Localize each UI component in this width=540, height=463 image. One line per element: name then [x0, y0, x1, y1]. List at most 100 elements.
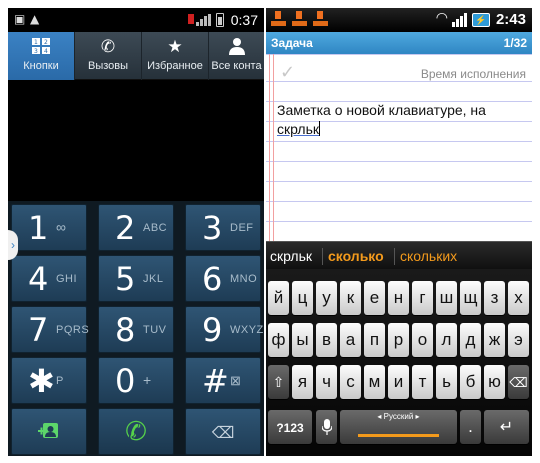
key[interactable]: т: [412, 365, 433, 399]
key[interactable]: й: [268, 281, 289, 315]
number-display[interactable]: [8, 80, 264, 201]
shift-key[interactable]: ⇧: [268, 365, 289, 399]
microphone-icon: [320, 417, 333, 436]
add-contact-icon: [12, 421, 86, 446]
key-letters: +: [143, 372, 152, 388]
key-digit: 0: [115, 362, 136, 400]
dial-key-5[interactable]: 5 JKL: [98, 255, 174, 302]
dial-key-3[interactable]: 3 DEF: [185, 204, 261, 251]
key[interactable]: г: [412, 281, 433, 315]
tab-favorites[interactable]: ★ Избранное: [142, 32, 209, 80]
delete-key[interactable]: ⌫: [508, 365, 529, 399]
voicemail-icon: ∞: [56, 219, 67, 235]
tab-label: Кнопки: [23, 60, 59, 72]
key[interactable]: л: [436, 323, 457, 357]
add-contact-button[interactable]: [11, 408, 87, 455]
key[interactable]: п: [364, 323, 385, 357]
margin-line: [269, 54, 270, 241]
key[interactable]: к: [340, 281, 361, 315]
checkmark-icon[interactable]: ✓: [280, 62, 295, 83]
key-digit: #: [202, 362, 229, 400]
suggestion-alt[interactable]: скольких: [400, 248, 457, 264]
call-button[interactable]: ✆: [98, 408, 174, 455]
dialer-tab-bar: 1234 Кнопки ✆ Вызовы ★ Избранное Все кон…: [8, 32, 264, 80]
dial-key-0[interactable]: 0 +: [98, 357, 174, 404]
key[interactable]: ю: [484, 365, 505, 399]
note-paper[interactable]: ✓ Время исполнения Заметка о новой клави…: [266, 54, 532, 241]
key[interactable]: ь: [436, 365, 457, 399]
dial-key-7[interactable]: 7 PQRS: [11, 306, 89, 353]
enter-icon: ↵: [499, 417, 514, 436]
dial-keypad: 1 ∞ 2 ABC 3 DEF 4 GHI 5 JKL 6 MNO 7 PQRS 8 TUV 9…: [8, 201, 264, 456]
key[interactable]: щ: [460, 281, 481, 315]
key[interactable]: с: [340, 365, 361, 399]
shift-icon: ⇧: [272, 375, 285, 391]
tab-keypad[interactable]: 1234 Кнопки: [8, 32, 75, 80]
symbols-label: ?123: [276, 421, 304, 435]
battery-charging-icon: ⚡: [472, 13, 490, 27]
key[interactable]: ы: [292, 323, 313, 357]
download-icon: [313, 11, 328, 29]
mute-icon: ⊠: [230, 373, 242, 388]
star-icon: ★: [167, 37, 183, 57]
key[interactable]: р: [388, 323, 409, 357]
suggestion-primary[interactable]: сколько: [328, 248, 384, 264]
key[interactable]: х: [508, 281, 529, 315]
dial-key-9[interactable]: 9 WXYZ: [185, 306, 264, 353]
dial-key-4[interactable]: 4 GHI: [11, 255, 87, 302]
backspace-icon: ⌫: [211, 423, 235, 442]
notification-indicator: [188, 14, 194, 24]
note-text[interactable]: Заметка о новой клавиатуре, на скрльк: [277, 101, 527, 139]
suggestion-strip: скрльк сколько скольких: [266, 241, 532, 269]
battery-icon: [216, 13, 224, 27]
dial-key-star[interactable]: ✱ P: [11, 357, 87, 404]
note-title-bar: Задача 1/32: [266, 32, 532, 54]
key[interactable]: б: [460, 365, 481, 399]
dial-key-6[interactable]: 6 MNO: [185, 255, 261, 302]
voice-input-key[interactable]: [316, 410, 337, 444]
dial-key-2[interactable]: 2 ABC: [98, 204, 174, 251]
status-time: 2:43: [495, 11, 526, 28]
download-icon: [271, 11, 286, 29]
key[interactable]: ф: [268, 323, 289, 357]
signal-icon: [452, 13, 468, 27]
due-date-field[interactable]: Время исполнения: [420, 67, 526, 81]
suggestion-typed[interactable]: скрльк: [270, 248, 312, 264]
key-letters: DEF: [230, 222, 254, 234]
key[interactable]: м: [364, 365, 385, 399]
key[interactable]: ц: [292, 281, 313, 315]
key[interactable]: е: [364, 281, 385, 315]
space-key[interactable]: ◂ Русский ▸: [340, 410, 457, 444]
backspace-button[interactable]: ⌫: [185, 408, 261, 455]
key[interactable]: у: [316, 281, 337, 315]
tab-calls[interactable]: ✆ Вызовы: [75, 32, 142, 80]
key-letters: WXYZ: [230, 324, 264, 336]
key[interactable]: ш: [436, 281, 457, 315]
period-key[interactable]: .: [460, 410, 481, 444]
key[interactable]: н: [388, 281, 409, 315]
key-letters: GHI: [56, 273, 78, 285]
dial-key-1[interactable]: 1 ∞: [11, 204, 87, 251]
key[interactable]: ч: [316, 365, 337, 399]
key[interactable]: о: [412, 323, 433, 357]
key[interactable]: а: [340, 323, 361, 357]
key-letters: ABC: [143, 222, 168, 234]
key[interactable]: э: [508, 323, 529, 357]
tab-label: Вызовы: [87, 60, 129, 72]
margin-line: [273, 54, 274, 241]
key[interactable]: з: [484, 281, 505, 315]
dial-key-8[interactable]: 8 TUV: [98, 306, 174, 353]
key[interactable]: ж: [484, 323, 505, 357]
key[interactable]: д: [460, 323, 481, 357]
symbols-key[interactable]: ?123: [268, 410, 312, 444]
key[interactable]: в: [316, 323, 337, 357]
key[interactable]: и: [388, 365, 409, 399]
page-title: Задача: [271, 36, 313, 50]
dialer-screen: ▣ ▲ 0:37 1234 Кнопки ✆ Вызовы ★ Избранно…: [8, 8, 264, 456]
enter-key[interactable]: ↵: [484, 410, 529, 444]
phone-icon: ✆: [125, 417, 147, 447]
dial-key-hash[interactable]: # ⊠: [185, 357, 261, 404]
tab-contacts[interactable]: Все конта: [209, 32, 264, 80]
key[interactable]: я: [292, 365, 313, 399]
key-letters: JKL: [143, 273, 164, 285]
